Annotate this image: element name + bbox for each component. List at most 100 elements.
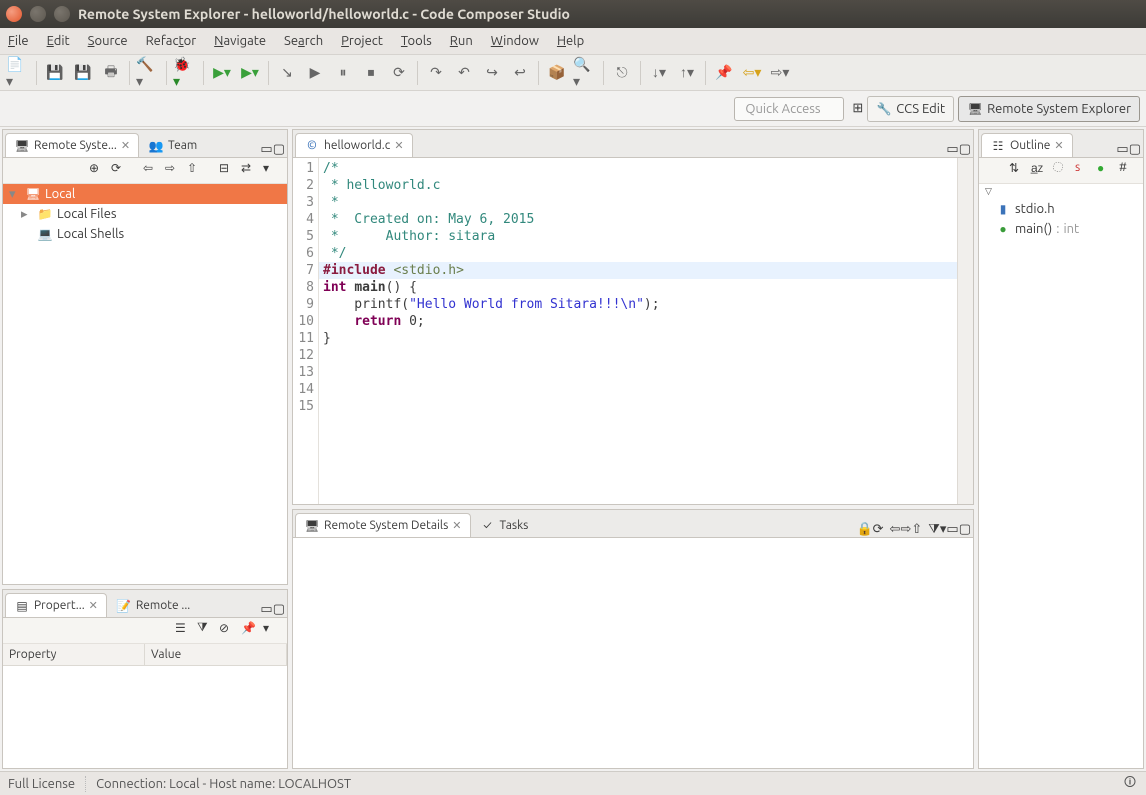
filter-button[interactable]: ⧩ bbox=[928, 522, 940, 537]
maximize-icon[interactable]: ▢ bbox=[273, 142, 285, 157]
close-icon[interactable]: ✕ bbox=[121, 139, 130, 152]
maximize-icon[interactable]: ▢ bbox=[1129, 142, 1141, 157]
hide-macros-button[interactable]: # bbox=[1119, 161, 1139, 181]
minimize-icon[interactable]: ▭ bbox=[260, 142, 272, 157]
perspective-remote-system-explorer[interactable]: 🖥Remote System Explorer bbox=[958, 96, 1140, 122]
menu-tools[interactable]: Tools bbox=[401, 34, 432, 48]
menu-file[interactable]: File bbox=[8, 34, 29, 48]
tree-row-local-files[interactable]: ▸📁Local Files bbox=[3, 204, 287, 224]
tab-remote-system-details[interactable]: 🖥Remote System Details ✕ bbox=[295, 513, 471, 537]
outline-item-main[interactable]: ●main() : int bbox=[979, 219, 1143, 239]
tab-remote-scratchpad[interactable]: 📝Remote ... bbox=[107, 593, 199, 617]
pause-button[interactable]: ⏸ bbox=[331, 61, 355, 85]
minimize-icon[interactable]: ▭ bbox=[946, 142, 958, 157]
tab-editor-helloworld-c[interactable]: ©helloworld.c ✕ bbox=[295, 133, 413, 157]
menu-run[interactable]: Run bbox=[450, 34, 473, 48]
prev-annotation-button[interactable]: ↑▾ bbox=[675, 61, 699, 85]
minimize-icon[interactable]: ▭ bbox=[260, 602, 272, 617]
open-perspective-button[interactable]: ⊞ bbox=[852, 101, 863, 116]
up-button[interactable]: ⇧ bbox=[911, 522, 922, 537]
hide-nonpublic-button[interactable]: ● bbox=[1097, 161, 1117, 181]
menu-project[interactable]: Project bbox=[341, 34, 383, 48]
step-asm-button[interactable]: ↪ bbox=[480, 61, 504, 85]
step-return-button[interactable]: ↶ bbox=[452, 61, 476, 85]
menu-refactor[interactable]: Refactor bbox=[146, 34, 197, 48]
refresh-button[interactable]: ⟳ bbox=[873, 522, 884, 537]
maximize-icon[interactable] bbox=[54, 6, 70, 22]
new-connection-button[interactable]: ⊕ bbox=[89, 161, 109, 181]
minimize-icon[interactable]: ▭ bbox=[946, 522, 958, 537]
tab-properties[interactable]: ▤Propert... ✕ bbox=[5, 593, 107, 617]
open-type-button[interactable]: 📦 bbox=[545, 61, 569, 85]
lock-button[interactable]: 🔒 bbox=[856, 522, 872, 537]
forward-button[interactable]: ⇨ bbox=[900, 522, 911, 537]
outline-item-include[interactable]: ▮stdio.h bbox=[979, 199, 1143, 219]
run-button[interactable]: ▶▾ bbox=[210, 61, 234, 85]
close-icon[interactable]: ✕ bbox=[1054, 139, 1063, 152]
menu-icon[interactable]: ▾ bbox=[263, 621, 283, 641]
code-editor[interactable]: 123456789101112131415 /* * helloworld.c … bbox=[293, 158, 973, 504]
toggle-breakpoint-button[interactable]: ⎋ bbox=[610, 61, 634, 85]
tab-team[interactable]: 👥Team bbox=[139, 133, 206, 157]
filter-button[interactable]: ⧩ bbox=[197, 621, 217, 641]
save-all-button[interactable]: 💾 bbox=[71, 61, 95, 85]
collapse-button[interactable]: ⊟ bbox=[219, 161, 239, 181]
back-button[interactable]: ⇦▾ bbox=[740, 61, 764, 85]
close-icon[interactable]: ✕ bbox=[394, 139, 403, 152]
updates-icon[interactable]: 🛈 bbox=[1122, 776, 1138, 792]
step-over-button[interactable]: ↷ bbox=[424, 61, 448, 85]
menu-search[interactable]: Search bbox=[284, 34, 323, 48]
menu-window[interactable]: Window bbox=[491, 34, 539, 48]
maximize-icon[interactable]: ▢ bbox=[959, 522, 971, 537]
tree-row-local-shells[interactable]: 💻Local Shells bbox=[3, 224, 287, 244]
tree-row-local[interactable]: ▾🖥Local bbox=[3, 184, 287, 204]
quick-access-input[interactable]: Quick Access bbox=[734, 97, 844, 121]
next-annotation-button[interactable]: ↓▾ bbox=[647, 61, 671, 85]
minimize-icon[interactable]: ▭ bbox=[1116, 142, 1128, 157]
tab-outline[interactable]: ☷Outline ✕ bbox=[981, 133, 1073, 157]
close-icon[interactable] bbox=[6, 6, 22, 22]
save-button[interactable]: 💾 bbox=[43, 61, 67, 85]
profile-button[interactable]: ▶▾ bbox=[238, 61, 262, 85]
print-button[interactable]: 🖶 bbox=[99, 61, 123, 85]
col-property[interactable]: Property bbox=[3, 644, 145, 665]
restart-button[interactable]: ⟳ bbox=[387, 61, 411, 85]
vertical-scrollbar[interactable] bbox=[957, 158, 973, 504]
remote-systems-tree[interactable]: ▾🖥Local ▸📁Local Files 💻Local Shells bbox=[3, 184, 287, 584]
tab-remote-systems[interactable]: 🖥Remote Syste... ✕ bbox=[5, 133, 139, 157]
new-button[interactable]: 📄▾ bbox=[6, 61, 30, 85]
menu-help[interactable]: Help bbox=[557, 34, 584, 48]
categories-button[interactable]: ☰ bbox=[175, 621, 195, 641]
menu-navigate[interactable]: Navigate bbox=[214, 34, 266, 48]
back-button[interactable]: ⇦ bbox=[890, 522, 901, 537]
perspective-ccs-edit[interactable]: 🔧CCS Edit bbox=[867, 96, 954, 122]
forward-button[interactable]: ⇨▾ bbox=[768, 61, 792, 85]
minimize-icon[interactable] bbox=[30, 6, 46, 22]
close-icon[interactable]: ✕ bbox=[452, 519, 461, 532]
col-value[interactable]: Value bbox=[145, 644, 287, 665]
maximize-icon[interactable]: ▢ bbox=[959, 142, 971, 157]
outline-body[interactable]: ▽ ▮stdio.h ●main() : int bbox=[979, 184, 1143, 768]
menu-source[interactable]: Source bbox=[88, 34, 128, 48]
forward-button[interactable]: ⇨ bbox=[165, 161, 185, 181]
restore-button[interactable]: ⊘ bbox=[219, 621, 239, 641]
back-button[interactable]: ⇦ bbox=[143, 161, 163, 181]
hide-fields-button[interactable]: ◌ bbox=[1053, 161, 1073, 181]
debug-button[interactable]: 🐞▾ bbox=[173, 61, 197, 85]
step-out-button[interactable]: ↩ bbox=[508, 61, 532, 85]
step-into-button[interactable]: ↘ bbox=[275, 61, 299, 85]
link-button[interactable]: ⇄ bbox=[241, 161, 261, 181]
menu-edit[interactable]: Edit bbox=[47, 34, 70, 48]
hide-static-button[interactable]: s bbox=[1075, 161, 1095, 181]
refresh-button[interactable]: ⟳ bbox=[111, 161, 131, 181]
pin-button[interactable]: 📌 bbox=[241, 621, 261, 641]
maximize-icon[interactable]: ▢ bbox=[273, 602, 285, 617]
alpha-button[interactable]: a̲z bbox=[1031, 161, 1051, 181]
search-button[interactable]: 🔍▾ bbox=[573, 61, 597, 85]
sort-button[interactable]: ⇅ bbox=[1009, 161, 1029, 181]
close-icon[interactable]: ✕ bbox=[89, 599, 98, 612]
build-button[interactable]: 🔨▾ bbox=[136, 61, 160, 85]
resume-button[interactable]: ▶ bbox=[303, 61, 327, 85]
stop-button[interactable]: ⏹ bbox=[359, 61, 383, 85]
menu-icon[interactable]: ▾ bbox=[263, 161, 283, 181]
